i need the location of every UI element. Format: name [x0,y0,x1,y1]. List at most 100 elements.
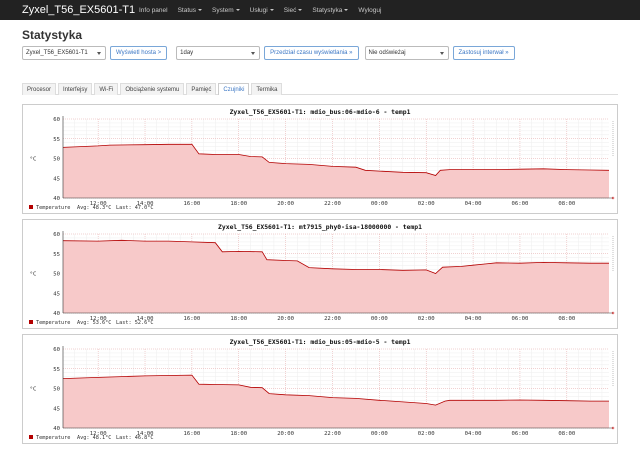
x-tick-label: 18:00 [230,316,247,322]
nav-item-label: Statystyka [312,6,343,14]
sensor-graph-2: Zyxel_T56_EX5601-T1: mt7915_phy0-isa-180… [22,219,618,329]
graph-title: Zyxel_T56_EX5601-T1: mdio_bus:06-mdio-6 … [230,108,411,116]
x-tick-label: 06:00 [512,316,529,322]
caret-down-icon [269,8,274,11]
caret-down-icon [198,8,202,11]
refresh-select-value: Nie odświeżaj [368,49,406,56]
legend-name: Temperature [36,205,70,211]
y-tick-label: 50 [53,157,60,163]
y-tick-label: 40 [53,196,60,202]
temperature-chart-2: Zyxel_T56_EX5601-T1: mt7915_phy0-isa-180… [29,223,615,326]
nav-item-label: Wyloguj [358,6,382,14]
tab-4[interactable]: Pamięć [186,83,217,95]
x-tick-label: 20:00 [277,431,294,437]
x-tick-label: 22:00 [324,316,341,322]
nav-item-0[interactable]: Info panel [139,7,168,14]
tab-0[interactable]: Procesor [22,83,57,95]
sensor-graph-1: Zyxel_T56_EX5601-T1: mdio_bus:06-mdio-6 … [22,104,618,214]
legend-name: Temperature [36,435,70,441]
legend-swatch [29,320,33,324]
caret-down-icon [344,8,349,11]
legend-last: Last: 52.6°C [116,320,153,326]
caret-down-icon [235,8,240,11]
stats-tabs: Procesor Interfejsy Wi-Fi Obciążenie system… [22,83,618,95]
host-select-value: Zyxel_T56_EX5601-T1 [26,49,88,56]
y-tick-label: 55 [53,137,60,143]
chevron-down-icon [439,51,444,55]
x-tick-label: 20:00 [277,316,294,322]
nav-menu: Info panel Status System Usługi Sieć Statysty… [139,0,391,20]
legend-last: Last: 46.8°C [116,435,153,441]
y-tick-label: 55 [53,252,60,258]
y-tick-label: 60 [53,232,60,238]
nav-item-6[interactable]: Wyloguj [358,7,381,14]
y-tick-label: 40 [53,426,60,432]
y-tick-label: 50 [53,272,60,278]
graph-title: Zyxel_T56_EX5601-T1: mdio_bus:05-mdio-5 … [230,338,411,346]
x-tick-label: 04:00 [465,201,482,207]
x-tick-label: 04:00 [465,431,482,437]
x-tick-label: 08:00 [558,431,575,437]
sensor-graph-3: Zyxel_T56_EX5601-T1: mdio_bus:05-mdio-5 … [22,334,618,444]
navbar: Zyxel_T56_EX5601-T1 Info panel Status Syst… [0,0,640,20]
chevron-down-icon [251,51,256,55]
x-tick-label: 08:00 [558,201,575,207]
nav-item-label: Sieć [283,6,297,14]
temperature-chart-1: Zyxel_T56_EX5601-T1: mdio_bus:06-mdio-6 … [29,108,615,211]
nav-item-1[interactable]: Status [178,7,202,14]
x-tick-label: 08:00 [558,316,575,322]
x-tick-label: 02:00 [418,316,435,322]
timespan-button[interactable]: Przedział czasu wyświetlania » [264,45,359,60]
nav-item-4[interactable]: Sieć [284,7,303,14]
x-tick-label: 02:00 [418,201,435,207]
legend-avg: Avg: 53.6°C [77,320,111,326]
x-tick-label: 00:00 [371,201,388,207]
y-tick-label: 55 [53,367,60,373]
timespan-select-value: 1day [180,49,194,56]
x-tick-label: 04:00 [465,316,482,322]
nav-item-label: System [212,6,234,14]
legend-avg: Avg: 48.1°C [77,435,111,441]
brand-title[interactable]: Zyxel_T56_EX5601-T1 [22,4,139,16]
x-tick-label: 18:00 [230,431,247,437]
y-axis-label: °C [30,387,37,393]
tab-3[interactable]: Obciążenie systemu [120,83,185,95]
nav-item-5[interactable]: Statystyka [312,6,349,14]
timespan-select[interactable]: 1day [176,45,261,60]
tab-1[interactable]: Interfejsy [58,83,93,95]
page-title: Statystyka [22,28,83,42]
y-tick-label: 40 [53,311,60,317]
nav-item-3[interactable]: Usługi [250,7,274,14]
chevron-down-icon [97,51,101,55]
x-tick-label: 06:00 [512,431,529,437]
nav-item-2[interactable]: System [212,7,240,14]
tab-5[interactable]: Czujniki [218,83,250,95]
x-tick-label: 00:00 [371,431,388,437]
caret-down-icon [298,8,303,11]
tab-2[interactable]: Wi-Fi [94,83,119,95]
show-host-button[interactable]: Wyświetl hosta > [110,45,168,60]
x-tick-label: 16:00 [183,201,200,207]
x-tick-label: 16:00 [183,431,200,437]
legend-avg: Avg: 48.3°C [77,205,111,211]
legend-swatch [29,435,33,439]
y-tick-label: 50 [53,387,60,393]
refresh-select[interactable]: Nie odświeżaj [364,45,449,60]
x-tick-label: 18:00 [230,201,247,207]
x-tick-label: 22:00 [324,431,341,437]
x-tick-label: 22:00 [324,201,341,207]
x-tick-label: 02:00 [418,431,435,437]
nav-item-label: Usługi [249,6,268,14]
tab-6[interactable]: Termika [251,83,283,95]
x-tick-label: 16:00 [183,316,200,322]
nav-item-label: Status [177,6,196,14]
y-tick-label: 45 [53,291,60,297]
x-tick-label: 06:00 [512,201,529,207]
legend-last: Last: 47.0°C [116,205,153,211]
apply-interval-button[interactable]: Zastosuj interwał » [452,45,515,60]
graph-title: Zyxel_T56_EX5601-T1: mt7915_phy0-isa-180… [218,223,422,231]
y-tick-label: 45 [53,406,60,412]
y-axis-label: °C [30,272,37,278]
host-select[interactable]: Zyxel_T56_EX5601-T1 [22,45,106,60]
x-tick-label: 00:00 [371,316,388,322]
